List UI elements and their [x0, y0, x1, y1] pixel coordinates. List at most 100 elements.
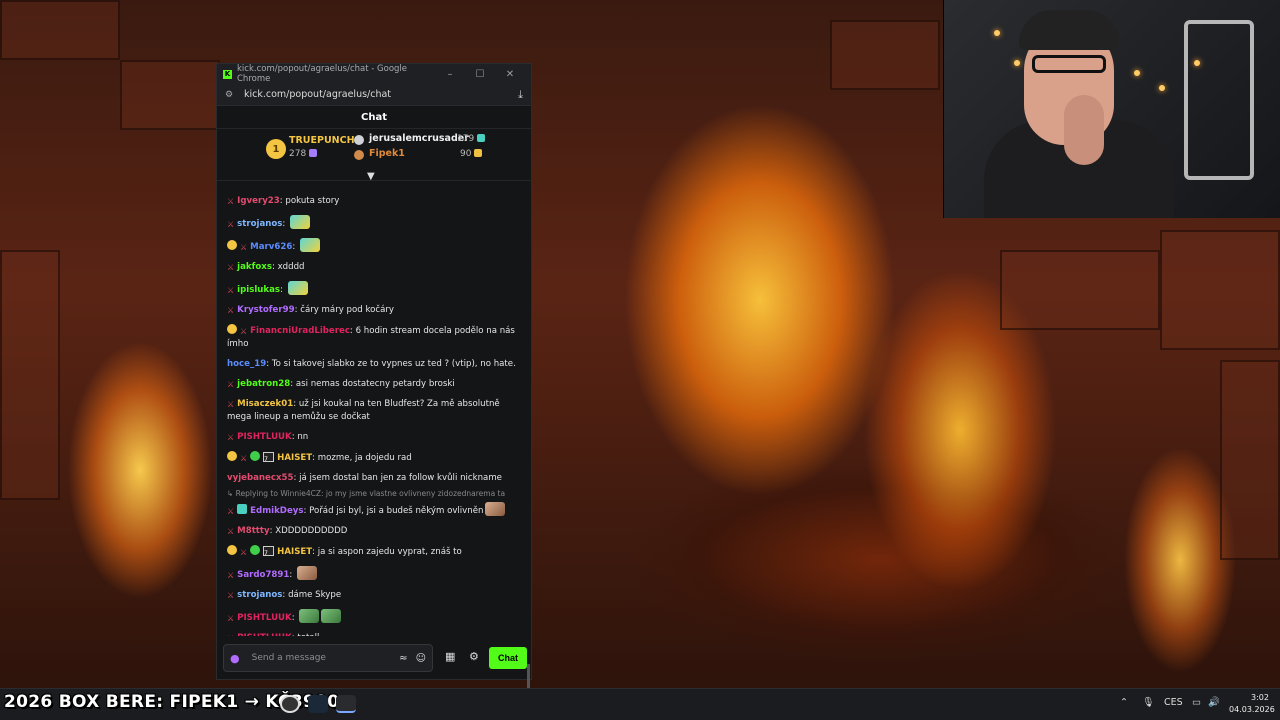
chat-message[interactable]: ⚔ strojanos:: [225, 212, 531, 235]
count-text: 179: [457, 134, 475, 144]
moderator-sword-icon: ⚔: [227, 571, 235, 580]
chat-username[interactable]: HAISET: [277, 453, 312, 463]
chat-message[interactable]: ⚔PISHTLUUK: totall: [225, 629, 531, 636]
chat-emote[interactable]: [485, 502, 506, 516]
chat-username[interactable]: strojanos: [237, 219, 282, 229]
chat-username[interactable]: jakfoxs: [237, 262, 272, 272]
chat-username[interactable]: Krystofer99: [237, 305, 294, 315]
close-icon[interactable]: ✕: [495, 69, 525, 80]
leaderboard-second-name[interactable]: jerusalemcrusader: [369, 133, 469, 144]
chat-message-text: asi nemas dostatecny petardy broski: [295, 379, 455, 389]
volume-icon[interactable]: 🔊: [1208, 697, 1220, 708]
chat-message-text: nn: [297, 432, 309, 442]
microphone-tray-icon[interactable]: 🎙: [1142, 697, 1154, 708]
url-text[interactable]: kick.com/popout/agraelus/chat: [244, 89, 518, 100]
chat-username[interactable]: Misaczek01: [237, 399, 293, 409]
chat-message-list[interactable]: ⚔ Igvery23: pokuta story ⚔ strojanos: ⚔ Marv…: [217, 188, 531, 636]
moderator-sword-icon: ⚔: [227, 380, 235, 389]
send-chat-button[interactable]: Chat: [489, 647, 527, 669]
chat-message[interactable]: ⚔ Sardo7891:: [225, 563, 531, 586]
chat-emote[interactable]: [299, 238, 320, 252]
chat-message[interactable]: ⚔ 7 HAISET: ja si aspon zajedu vyprat, zná…: [225, 542, 531, 563]
kick-emotes-icon[interactable]: ≈: [399, 653, 407, 664]
subscriber-badge-icon: [227, 451, 237, 461]
chat-message[interactable]: ⚔ strojanos: dáme Skype: [225, 586, 531, 606]
chat-message[interactable]: ⚔ Igvery23: pokuta story: [225, 192, 531, 212]
chat-message[interactable]: ⚔ PISHTLUUK:: [225, 606, 531, 629]
chat-username[interactable]: M8ttty: [237, 526, 269, 536]
steam-app-icon[interactable]: [308, 695, 328, 713]
tray-chevron-icon[interactable]: ⌃: [1120, 697, 1128, 708]
clock-date[interactable]: 04.03.2026: [1229, 705, 1275, 714]
language-indicator[interactable]: CES: [1164, 697, 1183, 708]
address-bar[interactable]: ⚙ kick.com/popout/agraelus/chat ⤓: [217, 84, 531, 106]
chat-message[interactable]: hoce_19: To si takovej slabko ze to vypn…: [225, 355, 531, 375]
subscriber-badge-icon: [227, 545, 237, 555]
chat-emote[interactable]: [290, 215, 311, 229]
maximize-icon[interactable]: ☐: [465, 69, 495, 80]
chat-message[interactable]: ⚔ 7 HAISET: mozme, ja dojedu rad: [225, 448, 531, 469]
window-titlebar[interactable]: K kick.com/popout/agraelus/chat - Google…: [217, 64, 531, 84]
download-icon[interactable]: ⤓: [518, 88, 523, 102]
chat-username[interactable]: Marv626: [250, 242, 292, 252]
chat-username[interactable]: ipislukas: [237, 285, 280, 295]
leaderboard-third-name[interactable]: Fipek1: [369, 148, 405, 159]
chat-username[interactable]: PISHTLUUK: [237, 633, 292, 636]
chat-username[interactable]: vyjebanecx55: [227, 473, 293, 483]
microphone-icon[interactable]: ●: [230, 652, 240, 665]
string-light: [1159, 85, 1165, 91]
brick: [1000, 250, 1160, 330]
chat-message[interactable]: ⚔ ipislukas:: [225, 278, 531, 301]
chat-message[interactable]: ⚔ jakfoxs: xdddd: [225, 258, 531, 278]
emoji-icon[interactable]: ☺: [416, 653, 426, 664]
clock-time[interactable]: 3:02: [1251, 693, 1269, 702]
obs-app-icon[interactable]: [280, 695, 300, 713]
moderator-sword-icon: ⚔: [227, 306, 235, 315]
chat-message[interactable]: ⚔ jebatron28: asi nemas dostatecny petard…: [225, 375, 531, 395]
chat-username[interactable]: strojanos: [237, 590, 282, 600]
chat-message[interactable]: ⚔ M8ttty: XDDDDDDDDDD: [225, 522, 531, 542]
chat-message[interactable]: ⚔ FinancniUradLiberec: 6 hodin stream doc…: [225, 321, 531, 355]
chat-message[interactable]: vyjebanecx55: já jsem dostal ban jen za …: [225, 469, 531, 489]
chat-username[interactable]: PISHTLUUK: [237, 432, 292, 442]
chat-emote[interactable]: [321, 609, 342, 623]
chat-message-text: mozme, ja dojedu rad: [317, 453, 412, 463]
moderator-sword-icon: ⚔: [227, 263, 235, 272]
message-composer[interactable]: ● Send a message ≈ ☺: [223, 644, 433, 672]
display-icon[interactable]: ▭: [1192, 697, 1201, 708]
streamer-cap: [1019, 10, 1119, 50]
gift-leaderboard: 1 TRUEPUNCH 278 jerusalemcrusader 179 Fi…: [217, 129, 531, 182]
chat-emote[interactable]: [299, 609, 320, 623]
brick: [120, 60, 220, 130]
chat-username[interactable]: PISHTLUUK: [237, 613, 292, 623]
brick: [0, 0, 120, 60]
store-icon[interactable]: ▦: [445, 650, 455, 663]
minimize-icon[interactable]: –: [435, 69, 465, 80]
chat-username[interactable]: FinancniUradLiberec: [250, 326, 350, 336]
chat-username[interactable]: jebatron28: [237, 379, 290, 389]
message-input[interactable]: Send a message: [252, 653, 392, 663]
string-light: [994, 30, 1000, 36]
site-settings-icon[interactable]: ⚙: [225, 90, 235, 100]
chat-username[interactable]: Igvery23: [237, 196, 280, 206]
chat-username[interactable]: EdmikDeys: [250, 506, 303, 516]
gift-icon: [477, 134, 486, 142]
chat-emote[interactable]: [297, 566, 318, 580]
moderator-sword-icon: ⚔: [227, 507, 235, 516]
expand-leaderboard-icon[interactable]: ▼: [367, 171, 375, 182]
chat-message[interactable]: ⚔ EdmikDeys: Pořád jsi byl, jsi a budeš n…: [225, 499, 531, 522]
moderator-sword-icon: ⚔: [227, 197, 235, 206]
chrome-app-icon[interactable]: [336, 695, 356, 713]
chat-message[interactable]: ⚔ Marv626:: [225, 235, 531, 258]
chat-emote[interactable]: [287, 281, 308, 295]
kick-logo-icon: K: [223, 69, 232, 79]
reply-context[interactable]: ↳ Replying to Winnie4CZ: jo my jsme vlas…: [225, 489, 531, 499]
chat-username[interactable]: Sardo7891: [237, 570, 289, 580]
chat-username[interactable]: hoce_19: [227, 359, 266, 369]
chat-message[interactable]: ⚔ PISHTLUUK: nn: [225, 428, 531, 448]
chat-message[interactable]: ⚔ Krystofer99: čáry máry pod kočáry: [225, 301, 531, 321]
settings-gear-icon[interactable]: ⚙: [469, 650, 479, 663]
leaderboard-first-name[interactable]: TRUEPUNCH: [289, 135, 355, 146]
chat-message[interactable]: ⚔ Misaczek01: už jsi koukal na ten Bludfe…: [225, 395, 531, 428]
chat-username[interactable]: HAISET: [277, 547, 312, 557]
